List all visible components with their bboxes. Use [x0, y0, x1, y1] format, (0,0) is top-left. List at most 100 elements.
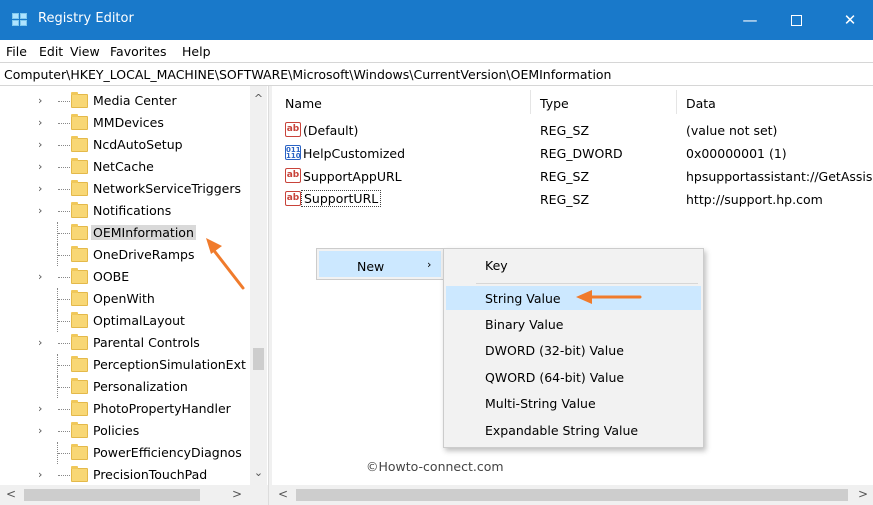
close-button[interactable]: ✕: [827, 0, 873, 40]
tree-item-netcache[interactable]: › NetCache: [0, 156, 250, 178]
value-type: REG_SZ: [540, 123, 590, 138]
string-value-icon: ab: [285, 191, 301, 206]
submenu-item-label: QWORD (64-bit) Value: [485, 370, 625, 385]
tree-item-policies[interactable]: › Policies: [0, 420, 250, 442]
menu-help[interactable]: Help: [182, 44, 211, 59]
tree-item-photopropertyhandler[interactable]: › PhotoPropertyHandler: [0, 398, 250, 420]
menu-bar: File Edit View Favorites Help: [0, 40, 873, 62]
folder-icon: [71, 356, 88, 372]
registry-editor-icon: [12, 13, 28, 27]
submenu-item-multi-string-value[interactable]: Multi-String Value: [446, 391, 701, 415]
column-header-data[interactable]: Data: [686, 96, 716, 111]
value-row[interactable]: ab SupportURL REG_SZ http://support.hp.c…: [272, 188, 873, 210]
tree-item-label: PhotoPropertyHandler: [93, 401, 231, 416]
expand-chevron-icon[interactable]: ›: [38, 160, 42, 173]
tree-item-label: PerceptionSimulationExt: [93, 357, 246, 372]
scroll-thumb[interactable]: [24, 489, 200, 501]
submenu-item-key[interactable]: Key: [446, 253, 701, 277]
tree-item-media-center[interactable]: › Media Center: [0, 90, 250, 112]
folder-icon: [71, 334, 88, 350]
value-row[interactable]: 011 110 HelpCustomized REG_DWORD 0x000000…: [272, 142, 873, 164]
menu-edit[interactable]: Edit: [39, 44, 63, 59]
scroll-thumb[interactable]: [296, 489, 848, 501]
tree-item-label: PrecisionTouchPad: [93, 467, 208, 482]
address-bar[interactable]: Computer\HKEY_LOCAL_MACHINE\SOFTWARE\Mic…: [0, 62, 873, 86]
scroll-thumb[interactable]: [253, 348, 264, 370]
menu-file[interactable]: File: [6, 44, 27, 59]
tree-item-notifications[interactable]: › Notifications: [0, 200, 250, 222]
expand-chevron-icon[interactable]: ›: [38, 94, 42, 107]
watermark: ©Howto-connect.com: [366, 459, 504, 474]
folder-icon: [71, 202, 88, 218]
folder-icon: [71, 290, 88, 306]
expand-chevron-icon[interactable]: ›: [38, 182, 42, 195]
tree-item-label: NetworkServiceTriggers: [93, 181, 242, 196]
tree-item-optimallayout[interactable]: OptimalLayout: [0, 310, 250, 332]
tree-item-mmdevices[interactable]: › MMDevices: [0, 112, 250, 134]
minimize-button[interactable]: —: [727, 0, 773, 40]
submenu-arrow-icon: ›: [427, 258, 432, 271]
submenu-item-label: Binary Value: [485, 317, 564, 332]
maximize-button[interactable]: [773, 0, 819, 40]
values-horizontal-scrollbar[interactable]: < >: [272, 485, 873, 505]
expand-chevron-icon[interactable]: ›: [38, 116, 42, 129]
context-menu-new[interactable]: New ›: [319, 251, 441, 277]
submenu-item-expandable-string-value[interactable]: Expandable String Value: [446, 418, 701, 442]
tree-item-openwith[interactable]: OpenWith: [0, 288, 250, 310]
submenu-item-string-value[interactable]: String Value: [446, 286, 701, 310]
tree-horizontal-scrollbar[interactable]: < >: [0, 485, 268, 505]
tree-item-label: Parental Controls: [93, 335, 200, 350]
value-row[interactable]: ab (Default) REG_SZ (value not set): [272, 119, 873, 141]
scroll-left-icon[interactable]: <: [6, 487, 16, 501]
scroll-down-icon[interactable]: ⌄: [250, 466, 267, 479]
tree-item-powerefficiencydiagnos[interactable]: PowerEfficiencyDiagnos: [0, 442, 250, 464]
tree-item-onedriveramps[interactable]: OneDriveRamps: [0, 244, 250, 266]
tree-item-parental-controls[interactable]: › Parental Controls: [0, 332, 250, 354]
tree-item-oobe[interactable]: › OOBE: [0, 266, 250, 288]
submenu-item-label: DWORD (32-bit) Value: [485, 343, 624, 358]
scroll-up-icon[interactable]: ^: [250, 92, 267, 105]
tree-vertical-scrollbar[interactable]: ^ ⌄: [250, 86, 267, 485]
tree-item-label: OpenWith: [93, 291, 155, 306]
scroll-left-icon[interactable]: <: [278, 487, 288, 501]
tree-item-personalization[interactable]: Personalization: [0, 376, 250, 398]
expand-chevron-icon[interactable]: ›: [38, 424, 42, 437]
tree-item-label: OEMInformation: [91, 225, 196, 240]
expand-chevron-icon[interactable]: ›: [38, 468, 42, 481]
tree-item-ncdautosetup[interactable]: › NcdAutoSetup: [0, 134, 250, 156]
submenu-item-binary-value[interactable]: Binary Value: [446, 312, 701, 336]
maximize-icon: [790, 15, 802, 26]
expand-chevron-icon[interactable]: ›: [38, 270, 42, 283]
scroll-right-icon[interactable]: >: [232, 487, 242, 501]
dword-value-icon: 011 110: [285, 145, 301, 160]
window-title: Registry Editor: [38, 11, 134, 26]
tree-item-label: NetCache: [93, 159, 154, 174]
tree-item-label: NcdAutoSetup: [93, 137, 183, 152]
string-value-icon: ab: [285, 168, 301, 183]
folder-icon: [71, 224, 88, 240]
title-bar: Registry Editor — ✕: [0, 0, 873, 40]
expand-chevron-icon[interactable]: ›: [38, 402, 42, 415]
scroll-right-icon[interactable]: >: [858, 487, 868, 501]
tree-item-label: OOBE: [93, 269, 130, 284]
menu-favorites[interactable]: Favorites: [110, 44, 166, 59]
submenu-item-qword-value[interactable]: QWORD (64-bit) Value: [446, 365, 701, 389]
expand-chevron-icon[interactable]: ›: [38, 138, 42, 151]
value-type: REG_DWORD: [540, 146, 623, 161]
tree-item-label: Personalization: [93, 379, 188, 394]
tree-item-label: PowerEfficiencyDiagnos: [93, 445, 242, 460]
column-header-type[interactable]: Type: [540, 96, 569, 111]
menu-view[interactable]: View: [70, 44, 100, 59]
tree-item-perceptionsimulationext[interactable]: PerceptionSimulationExt: [0, 354, 250, 376]
value-data: (value not set): [686, 123, 778, 138]
column-header-name[interactable]: Name: [285, 96, 322, 111]
expand-chevron-icon[interactable]: ›: [38, 204, 42, 217]
tree-item-networkservicetriggers[interactable]: › NetworkServiceTriggers: [0, 178, 250, 200]
submenu-item-dword-value[interactable]: DWORD (32-bit) Value: [446, 338, 701, 362]
submenu-item-label: String Value: [485, 291, 561, 306]
submenu-item-label: Multi-String Value: [485, 396, 596, 411]
tree-item-oeminformation[interactable]: OEMInformation: [0, 222, 250, 244]
tree-item-precisiontouchpad[interactable]: › PrecisionTouchPad: [0, 464, 250, 485]
value-row[interactable]: ab SupportAppURL REG_SZ hpsupportassista…: [272, 165, 873, 187]
expand-chevron-icon[interactable]: ›: [38, 336, 42, 349]
